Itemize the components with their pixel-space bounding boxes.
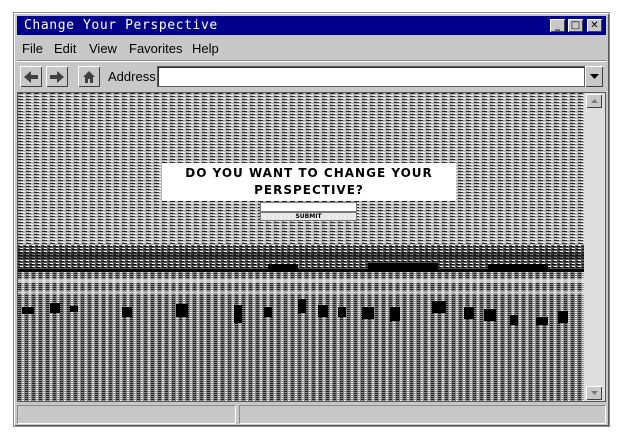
page-content: DO YOU WANT TO CHANGE YOUR PERSPECTIVE? … <box>17 92 606 402</box>
window-title: Change Your Perspective <box>24 18 218 33</box>
address-label: Address: <box>108 69 160 84</box>
toolbar: Address: <box>17 63 606 91</box>
answer-input[interactable] <box>260 202 357 212</box>
menu-bar: File Edit View Favorites Help <box>17 38 606 58</box>
menu-favorites[interactable]: Favorites <box>129 41 182 56</box>
chevron-down-icon <box>589 73 599 79</box>
status-pane-right <box>239 405 606 424</box>
menu-help[interactable]: Help <box>192 41 219 56</box>
address-dropdown-button[interactable] <box>585 66 603 87</box>
home-icon <box>83 70 95 83</box>
status-pane-left <box>17 405 236 424</box>
chevron-down-icon <box>590 391 598 395</box>
scroll-down-button[interactable] <box>586 386 602 400</box>
question-line-1: DO YOU WANT TO CHANGE YOUR <box>185 166 433 180</box>
page-viewport: DO YOU WANT TO CHANGE YOUR PERSPECTIVE? … <box>18 93 584 401</box>
forward-button[interactable] <box>46 66 68 87</box>
menu-file[interactable]: File <box>22 41 43 56</box>
status-bar <box>17 405 606 424</box>
scroll-up-button[interactable] <box>586 94 602 108</box>
submit-button[interactable]: SUBMIT <box>260 212 357 221</box>
menu-separator <box>17 60 606 62</box>
beach-dithered-background <box>18 93 584 401</box>
vertical-scrollbar[interactable] <box>584 93 605 401</box>
close-button[interactable]: ✕ <box>587 19 602 32</box>
menu-edit[interactable]: Edit <box>54 41 76 56</box>
question-banner: DO YOU WANT TO CHANGE YOUR PERSPECTIVE? <box>162 163 456 201</box>
menu-view[interactable]: View <box>89 41 117 56</box>
chevron-up-icon <box>590 99 598 103</box>
minimize-button[interactable]: _ <box>550 19 565 32</box>
home-button[interactable] <box>78 66 100 87</box>
browser-window: Change Your Perspective _ □ ✕ File Edit … <box>13 12 610 427</box>
forward-arrow-icon <box>50 70 64 83</box>
back-arrow-icon <box>24 70 38 83</box>
address-input[interactable] <box>157 66 585 87</box>
back-button[interactable] <box>20 66 42 87</box>
maximize-button[interactable]: □ <box>568 19 583 32</box>
title-bar[interactable]: Change Your Perspective _ □ ✕ <box>17 16 606 35</box>
question-line-2: PERSPECTIVE? <box>254 183 364 197</box>
